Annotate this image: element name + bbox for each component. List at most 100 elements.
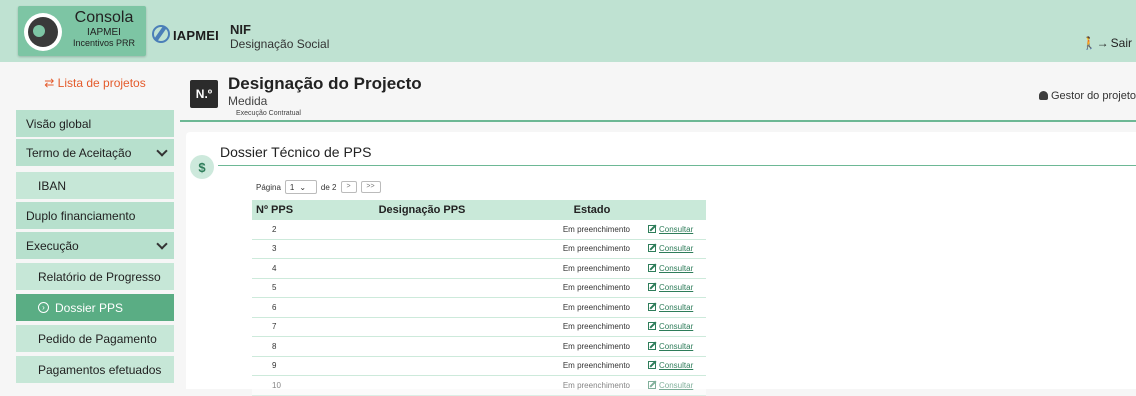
next-page-button[interactable]: > <box>340 181 357 193</box>
pps-number: 5 <box>272 283 277 293</box>
sidebar-item-relatorio-progresso[interactable]: Relatório de Progresso <box>16 263 174 291</box>
consultar-label: Consultar <box>659 341 694 351</box>
table-row: 2 Em preenchimento Consultar <box>252 220 706 240</box>
last-page-button[interactable]: >> <box>360 181 381 193</box>
column-header-num: Nº PPS <box>256 204 294 216</box>
sidebar-item-label: Relatório de Progresso <box>38 269 161 284</box>
pps-estado: Em preenchimento <box>562 283 630 293</box>
chevron-down-icon <box>156 145 168 157</box>
consultar-label: Consultar <box>659 322 694 332</box>
table-row: 7 Em preenchimento Consultar <box>252 317 706 337</box>
table-row: 6 Em preenchimento Consultar <box>252 298 706 318</box>
sidebar-item-duplo-financiamento[interactable]: Duplo financiamento <box>16 202 174 230</box>
project-title: Designação do Projecto <box>228 74 422 93</box>
divider <box>180 120 1136 122</box>
edit-icon <box>648 380 656 389</box>
table-header: Nº PPS Designação PPS Estado <box>252 200 706 220</box>
edit-icon <box>648 244 656 253</box>
sidebar-item-label: Duplo financiamento <box>26 208 136 223</box>
sidebar-item-execucao[interactable]: Execução <box>16 232 174 260</box>
project-manager[interactable]: Gestor do projeto <box>1039 90 1136 102</box>
table-row: 4 Em preenchimento Consultar <box>252 259 706 279</box>
chevron-down-icon: ⌄ <box>299 182 307 192</box>
consultar-label: Consultar <box>659 244 694 254</box>
edit-icon <box>648 283 656 292</box>
consola-brand[interactable]: Consola IAPMEI Incentivos PRR <box>18 6 146 56</box>
top-header: Consola IAPMEI Incentivos PRR IAPMEI NIF… <box>0 0 1136 62</box>
pps-number: 2 <box>272 224 277 234</box>
chevron-down-icon <box>156 238 168 250</box>
consultar-link[interactable]: Consultar <box>642 380 706 390</box>
edit-icon <box>648 263 656 272</box>
project-phase: Execução Contratual <box>236 110 301 117</box>
iapmei-logo-icon <box>152 25 170 43</box>
consultar-link[interactable]: Consultar <box>642 283 706 292</box>
sidebar-item-iban[interactable]: IBAN <box>16 172 174 200</box>
projects-link-label: Lista de projetos <box>57 76 146 90</box>
pps-number: 9 <box>272 361 277 371</box>
pps-estado: Em preenchimento <box>562 361 630 371</box>
pps-estado: Em preenchimento <box>562 224 630 234</box>
company-name: Designação Social <box>230 37 330 51</box>
page-select[interactable]: 1 ⌄ <box>284 180 317 194</box>
dollar-icon: $ <box>190 155 214 179</box>
consultar-link[interactable]: Consultar <box>642 263 706 273</box>
sidebar-item-pagamentos-efetuados[interactable]: Pagamentos efetuados <box>16 356 174 384</box>
pps-estado: Em preenchimento <box>562 341 630 351</box>
pps-number: 4 <box>272 263 277 273</box>
sidebar-item-label: Termo de Aceitação <box>26 145 132 160</box>
pps-number: 3 <box>272 244 277 254</box>
table-row: 3 Em preenchimento Consultar <box>252 239 706 259</box>
sidebar-item-visao-global[interactable]: Visão global <box>16 110 174 138</box>
pps-estado: Em preenchimento <box>562 244 630 254</box>
table-row: 9 Em preenchimento Consultar <box>252 356 706 376</box>
pps-number: 6 <box>272 302 277 312</box>
column-header-designacao: Designação PPS <box>378 204 466 216</box>
table-row: 5 Em preenchimento Consultar <box>252 278 706 298</box>
logout-icon: 🚶→ <box>1081 36 1109 50</box>
logout-link[interactable]: 🚶→ Sair <box>1082 36 1132 50</box>
edit-icon <box>648 224 656 233</box>
consultar-link[interactable]: Consultar <box>642 244 706 253</box>
projects-list-link[interactable]: ⇄ Lista de projetos <box>16 76 174 90</box>
project-number-badge: N.º <box>190 80 218 108</box>
arrow-right-circle-icon: › <box>38 302 49 313</box>
edit-icon <box>648 341 656 350</box>
consultar-label: Consultar <box>659 263 694 273</box>
sidebar-item-label: IBAN <box>38 178 67 193</box>
page-label: Página <box>256 182 281 192</box>
sidebar-item-label: Pedido de Pagamento <box>38 331 157 346</box>
projects-icon: ⇄ <box>44 76 58 90</box>
edit-icon <box>648 361 656 370</box>
sidebar-item-label: Dossier PPS <box>55 300 124 315</box>
sidebar-item-termo-aceitacao[interactable]: Termo de Aceitação <box>16 139 174 167</box>
sidebar-item-label: Execução <box>26 238 79 253</box>
consultar-link[interactable]: Consultar <box>642 302 706 312</box>
pps-estado: Em preenchimento <box>562 380 630 390</box>
pps-number: 8 <box>272 341 277 351</box>
consola-logo-icon <box>24 13 62 51</box>
consultar-label: Consultar <box>659 283 694 293</box>
table-row: 8 Em preenchimento Consultar <box>252 337 706 357</box>
consultar-link[interactable]: Consultar <box>642 341 706 351</box>
sidebar-item-label: Visão global <box>26 116 92 131</box>
edit-icon <box>648 322 656 331</box>
consultar-link[interactable]: Consultar <box>642 322 706 331</box>
user-icon <box>1039 91 1048 100</box>
panel-title: Dossier Técnico de PPS <box>220 144 372 160</box>
page-total-label: de 2 <box>320 182 337 192</box>
pps-number: 7 <box>272 322 277 332</box>
pps-number: 10 <box>272 380 281 390</box>
sidebar: ⇄ Lista de projetos Visão global Termo d… <box>16 68 174 389</box>
brand-title: Consola <box>74 9 134 26</box>
brand-subtitle: IAPMEI <box>87 27 121 38</box>
pagination: Página 1 ⌄ de 2 > >> <box>256 180 381 194</box>
consultar-link[interactable]: Consultar <box>642 361 706 370</box>
sidebar-item-label: Pagamentos efetuados <box>38 362 162 377</box>
consultar-label: Consultar <box>659 302 694 312</box>
consultar-link[interactable]: Consultar <box>642 224 706 234</box>
page-select-value: 1 <box>289 182 295 192</box>
sidebar-item-pedido-pagamento[interactable]: Pedido de Pagamento <box>16 325 174 353</box>
project-manager-label: Gestor do projeto <box>1051 90 1136 102</box>
sidebar-item-dossier-pps[interactable]: › Dossier PPS <box>16 294 174 322</box>
